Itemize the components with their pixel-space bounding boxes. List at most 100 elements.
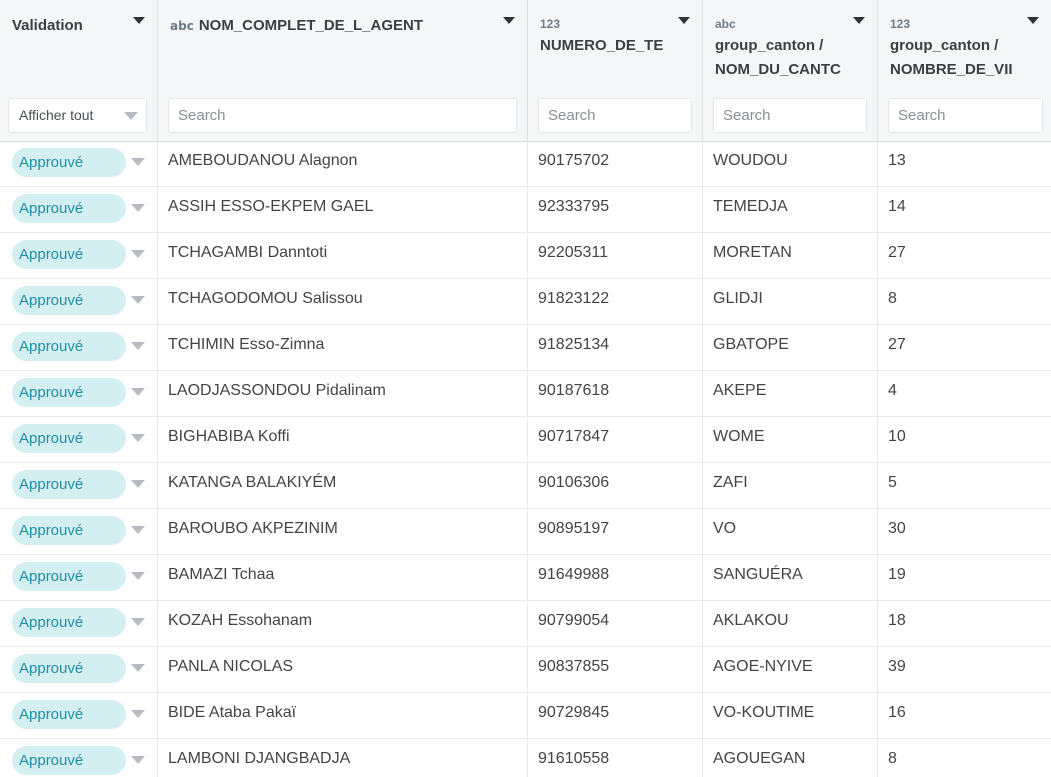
phone-search-input[interactable] — [538, 98, 692, 133]
chevron-down-icon[interactable] — [131, 710, 145, 718]
chevron-down-icon[interactable] — [131, 756, 145, 764]
column-header-validation[interactable]: Validation Afficher tout — [0, 0, 158, 141]
canton-cell: AKLAKOU — [703, 601, 878, 647]
agent-name: BAMAZI Tchaa — [168, 566, 275, 583]
villages-cell: 27 — [878, 233, 1051, 279]
agent-name: TCHIMIN Esso-Zimna — [168, 336, 325, 353]
status-badge[interactable]: Approuvé — [12, 470, 126, 499]
validation-filter-select[interactable]: Afficher tout — [8, 98, 147, 133]
column-title-phone: NUMERO_DE_TE — [540, 37, 664, 54]
villages-count: 5 — [888, 474, 897, 491]
table-row: Approuvé TCHIMIN Esso-Zimna 91825134 GBA… — [0, 325, 1051, 371]
canton-name: VO — [713, 520, 737, 537]
villages-count: 39 — [888, 658, 906, 675]
canton-cell: WOME — [703, 417, 878, 463]
table-header: Validation Afficher tout abc NOM_COMPLET_… — [0, 0, 1051, 142]
table-row: Approuvé KOZAH Essohanam 90799054 AKLAKO… — [0, 601, 1051, 647]
chevron-down-icon[interactable] — [131, 204, 145, 212]
column-menu-icon[interactable] — [503, 17, 515, 24]
phone-number: 90729845 — [538, 704, 610, 721]
phone-number: 90187618 — [538, 382, 610, 399]
status-badge[interactable]: Approuvé — [12, 746, 126, 775]
canton-cell: AKEPE — [703, 371, 878, 417]
column-header-phone[interactable]: 123 NUMERO_DE_TE — [528, 0, 703, 141]
phone-cell: 92333795 — [528, 187, 703, 233]
villages-count: 10 — [888, 428, 906, 445]
column-header-agent[interactable]: abc NOM_COMPLET_DE_L_AGENT — [158, 0, 528, 141]
canton-cell: MORETAN — [703, 233, 878, 279]
status-badge[interactable]: Approuvé — [12, 194, 126, 223]
chevron-down-icon[interactable] — [131, 480, 145, 488]
chevron-down-icon[interactable] — [131, 296, 145, 304]
status-badge[interactable]: Approuvé — [12, 608, 126, 637]
column-title-validation: Validation — [12, 17, 83, 34]
canton-cell: AGOUEGAN — [703, 739, 878, 777]
text-type-icon: abc — [715, 17, 736, 31]
villages-cell: 8 — [878, 739, 1051, 777]
phone-cell: 90187618 — [528, 371, 703, 417]
agent-name-cell: BIDE Ataba Pakaï — [158, 693, 528, 739]
status-badge[interactable]: Approuvé — [12, 148, 126, 177]
agent-name-cell: TCHAGAMBI Danntoti — [158, 233, 528, 279]
agent-name: ASSIH ESSO-EKPEM GAEL — [168, 198, 374, 215]
villages-count: 30 — [888, 520, 906, 537]
canton-cell: TEMEDJA — [703, 187, 878, 233]
table-row: Approuvé KATANGA BALAKIYÉM 90106306 ZAFI… — [0, 463, 1051, 509]
chevron-down-icon[interactable] — [131, 342, 145, 350]
chevron-down-icon[interactable] — [131, 250, 145, 258]
chevron-down-icon[interactable] — [131, 526, 145, 534]
number-type-icon: 123 — [890, 17, 911, 31]
validation-cell: Approuvé — [0, 509, 158, 555]
column-header-canton[interactable]: abc group_canton / NOM_DU_CANTC — [703, 0, 878, 141]
chevron-down-icon[interactable] — [131, 158, 145, 166]
column-title-villages-line1: group_canton / — [890, 37, 999, 54]
status-badge[interactable]: Approuvé — [12, 332, 126, 361]
canton-name: MORETAN — [713, 244, 792, 261]
phone-number: 92205311 — [538, 244, 608, 261]
validation-cell: Approuvé — [0, 555, 158, 601]
table-row: Approuvé LAMBONI DJANGBADJA 91610558 AGO… — [0, 739, 1051, 777]
status-badge[interactable]: Approuvé — [12, 240, 126, 269]
agent-name-cell: LAODJASSONDOU Pidalinam — [158, 371, 528, 417]
column-title-villages-line2: NOMBRE_DE_VII — [890, 61, 1013, 78]
chevron-down-icon[interactable] — [131, 664, 145, 672]
villages-cell: 14 — [878, 187, 1051, 233]
chevron-down-icon[interactable] — [131, 388, 145, 396]
status-badge[interactable]: Approuvé — [12, 424, 126, 453]
phone-cell: 91825134 — [528, 325, 703, 371]
agent-name-cell: BAMAZI Tchaa — [158, 555, 528, 601]
column-menu-icon[interactable] — [1027, 17, 1039, 24]
canton-cell: AGOE-NYIVE — [703, 647, 878, 693]
status-badge[interactable]: Approuvé — [12, 286, 126, 315]
villages-count: 4 — [888, 382, 897, 399]
phone-number: 90799054 — [538, 612, 610, 629]
column-menu-icon[interactable] — [853, 17, 865, 24]
phone-cell: 91610558 — [528, 739, 703, 777]
table-row: Approuvé TCHAGODOMOU Salissou 91823122 G… — [0, 279, 1051, 325]
villages-search-input[interactable] — [888, 98, 1043, 133]
chevron-down-icon[interactable] — [131, 572, 145, 580]
status-badge[interactable]: Approuvé — [12, 378, 126, 407]
villages-cell: 18 — [878, 601, 1051, 647]
chevron-down-icon[interactable] — [131, 618, 145, 626]
table-row: Approuvé BAMAZI Tchaa 91649988 SANGUÉRA … — [0, 555, 1051, 601]
agent-search-input[interactable] — [168, 98, 517, 133]
phone-number: 91649988 — [538, 566, 610, 583]
agent-name: BIGHABIBA Koffi — [168, 428, 290, 445]
column-menu-icon[interactable] — [678, 17, 690, 24]
canton-name: AKEPE — [713, 382, 767, 399]
agent-name-cell: BIGHABIBA Koffi — [158, 417, 528, 463]
chevron-down-icon — [124, 112, 138, 120]
status-badge[interactable]: Approuvé — [12, 516, 126, 545]
agent-name: KOZAH Essohanam — [168, 612, 313, 629]
agent-name: LAMBONI DJANGBADJA — [168, 750, 351, 767]
phone-cell: 90837855 — [528, 647, 703, 693]
column-header-villages[interactable]: 123 group_canton / NOMBRE_DE_VII — [878, 0, 1051, 141]
validation-filter-value: Afficher tout — [19, 107, 94, 123]
status-badge[interactable]: Approuvé — [12, 562, 126, 591]
chevron-down-icon[interactable] — [131, 434, 145, 442]
status-badge[interactable]: Approuvé — [12, 700, 126, 729]
column-menu-icon[interactable] — [133, 17, 145, 24]
canton-search-input[interactable] — [713, 98, 867, 133]
status-badge[interactable]: Approuvé — [12, 654, 126, 683]
